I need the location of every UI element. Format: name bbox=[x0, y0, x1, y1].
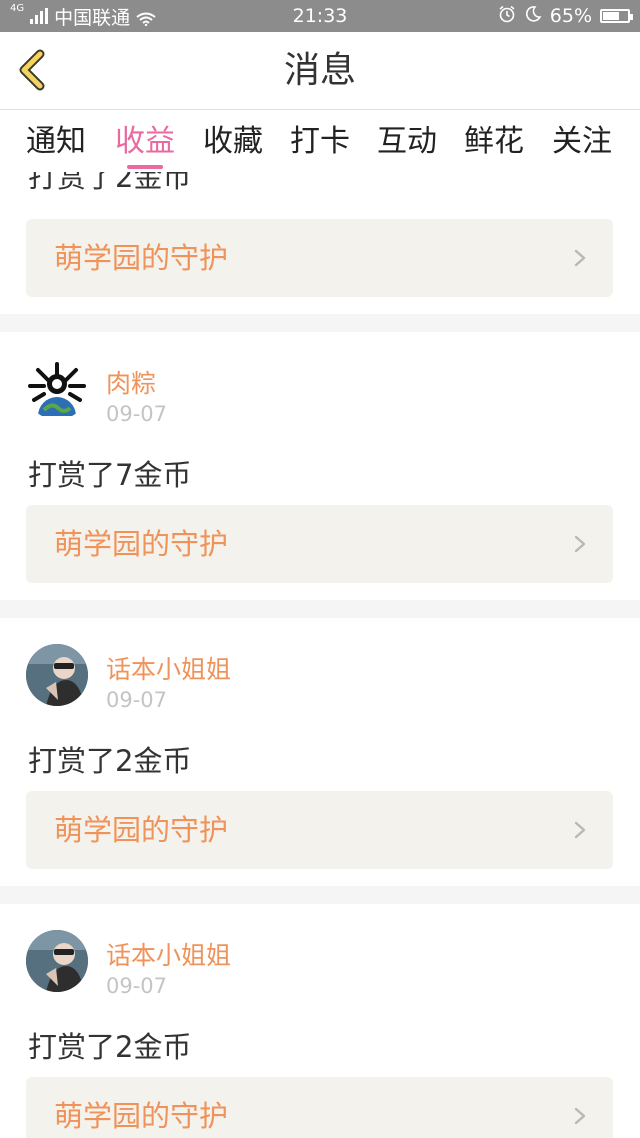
avatar[interactable] bbox=[26, 644, 88, 706]
tab-following[interactable]: 关注 bbox=[542, 110, 622, 172]
post-date: 09-07 bbox=[106, 402, 168, 426]
reward-text: 打赏了2金币 bbox=[28, 1030, 192, 1064]
tab-notice[interactable]: 通知 bbox=[16, 110, 96, 172]
photo-avatar-icon bbox=[26, 644, 88, 706]
work-link[interactable]: 萌学园的守护 bbox=[26, 1077, 613, 1138]
reward-text: 打赏了7金币 bbox=[28, 458, 192, 492]
reward-text: 打赏了2金币 bbox=[28, 172, 192, 194]
work-title: 萌学园的守护 bbox=[54, 527, 229, 561]
battery-level bbox=[603, 12, 619, 20]
work-title: 萌学园的守护 bbox=[54, 1099, 229, 1133]
back-button[interactable] bbox=[12, 48, 56, 92]
status-bar: 4G 中国联通 21:33 65% bbox=[0, 0, 640, 32]
user-name[interactable]: 肉粽 bbox=[106, 364, 156, 400]
chevron-right-icon bbox=[574, 821, 586, 839]
battery-percent: 65% bbox=[549, 5, 592, 27]
post-date: 09-07 bbox=[106, 688, 168, 712]
header: 消息 bbox=[0, 32, 640, 110]
photo-avatar-icon bbox=[26, 930, 88, 992]
work-title: 萌学园的守护 bbox=[54, 241, 229, 275]
work-link[interactable]: 萌学园的守护 bbox=[26, 505, 613, 583]
moon-icon bbox=[524, 5, 542, 28]
list-item: 肉粽 09-07 打赏了7金币 萌学园的守护 bbox=[0, 332, 640, 600]
battery-icon bbox=[600, 9, 633, 23]
tab-bar: 通知 收益 收藏 打卡 互动 鲜花 关注 bbox=[0, 110, 640, 172]
tab-interaction[interactable]: 互动 bbox=[367, 110, 447, 172]
alarm-icon bbox=[498, 5, 516, 28]
post-date: 09-07 bbox=[106, 974, 168, 998]
avatar[interactable] bbox=[26, 930, 88, 992]
work-title: 萌学园的守护 bbox=[54, 813, 229, 847]
tab-earnings[interactable]: 收益 bbox=[105, 110, 185, 172]
user-name[interactable]: 话本小姐姐 bbox=[106, 936, 231, 972]
list-item: 话本小姐姐 09-07 打赏了2金币 萌学园的守护 bbox=[0, 618, 640, 886]
earnings-feed: 打赏了2金币 萌学园的守护 肉粽 09-07 打赏了7金币 萌学园的守护 话本小… bbox=[0, 172, 640, 1138]
chevron-right-icon bbox=[574, 249, 586, 267]
user-name[interactable]: 话本小姐姐 bbox=[106, 650, 231, 686]
list-item: 打赏了2金币 萌学园的守护 bbox=[0, 172, 640, 314]
chevron-left-icon bbox=[19, 49, 45, 91]
chevron-right-icon bbox=[574, 1107, 586, 1125]
work-link[interactable]: 萌学园的守护 bbox=[26, 791, 613, 869]
list-item: 话本小姐姐 09-07 打赏了2金币 萌学园的守护 bbox=[0, 904, 640, 1138]
reward-text: 打赏了2金币 bbox=[28, 744, 192, 778]
globe-avatar-icon bbox=[28, 362, 86, 416]
avatar[interactable] bbox=[26, 358, 88, 420]
tab-favorites[interactable]: 收藏 bbox=[193, 110, 273, 172]
active-tab-indicator bbox=[127, 165, 163, 169]
tab-flowers[interactable]: 鲜花 bbox=[454, 110, 534, 172]
tab-checkin[interactable]: 打卡 bbox=[280, 110, 360, 172]
work-link[interactable]: 萌学园的守护 bbox=[26, 219, 613, 297]
chevron-right-icon bbox=[574, 535, 586, 553]
page-title: 消息 bbox=[283, 50, 356, 91]
status-right: 65% bbox=[498, 4, 633, 28]
